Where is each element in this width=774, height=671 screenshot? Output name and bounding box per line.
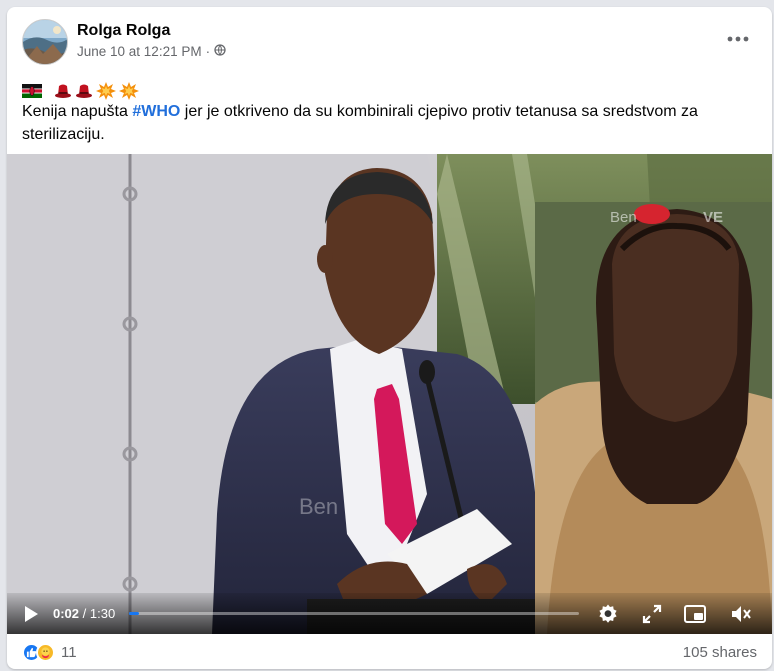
video-watermark-pip: Ben <box>610 209 637 226</box>
post-meta: June 10 at 12:21 PM · <box>77 44 226 59</box>
collision-icon <box>96 82 116 100</box>
video-current-time: 0:02 <box>53 606 80 621</box>
post-timestamp[interactable]: June 10 at 12:21 PM <box>77 44 202 59</box>
video-frame: Ben Ben VE <box>7 154 772 634</box>
video-progress-bar[interactable] <box>129 612 579 615</box>
video-time: 0:02 / 1:30 <box>53 606 115 621</box>
reactions[interactable]: 11 <box>22 643 77 662</box>
post-card: Rolga Rolga June 10 at 12:21 PM · Kenija… <box>7 7 772 669</box>
red-hat-icon <box>76 84 92 98</box>
emoji-line <box>22 81 139 101</box>
collision-icon <box>119 82 139 100</box>
video-watermark: Ben <box>299 494 338 519</box>
author-name[interactable]: Rolga Rolga <box>77 22 170 40</box>
expand-icon[interactable] <box>641 603 663 625</box>
video-time-separator: / <box>79 606 90 621</box>
shares-count[interactable]: 105 shares <box>683 644 757 661</box>
post-text-start: Kenija napušta <box>22 103 133 120</box>
post-header: Rolga Rolga June 10 at 12:21 PM · <box>7 7 772 73</box>
globe-icon <box>214 44 226 59</box>
mute-icon[interactable] <box>729 603 751 625</box>
hashtag-link[interactable]: #WHO <box>132 103 180 120</box>
settings-icon[interactable] <box>597 603 619 625</box>
avatar-image <box>23 20 67 64</box>
more-options-icon[interactable] <box>723 29 753 49</box>
video-progress-fill <box>129 612 139 615</box>
video-controls: 0:02 / 1:30 <box>7 593 772 634</box>
care-icon <box>36 643 55 662</box>
red-hat-icon <box>55 84 71 98</box>
play-icon[interactable] <box>21 604 41 624</box>
video-watermark-tag: VE <box>703 209 723 226</box>
video-duration: 1:30 <box>89 606 116 621</box>
post-text: Kenija napušta #WHO jer je otkriveno da … <box>22 100 757 146</box>
engagement-bar: 11 105 shares <box>7 634 772 669</box>
avatar[interactable] <box>22 19 68 65</box>
meta-separator: · <box>205 44 211 59</box>
video-player[interactable]: Ben Ben VE 0:02 / 1:30 <box>7 154 772 634</box>
reaction-count: 11 <box>61 644 77 661</box>
pip-icon[interactable] <box>683 603 706 625</box>
kenya-flag-icon <box>22 84 42 98</box>
